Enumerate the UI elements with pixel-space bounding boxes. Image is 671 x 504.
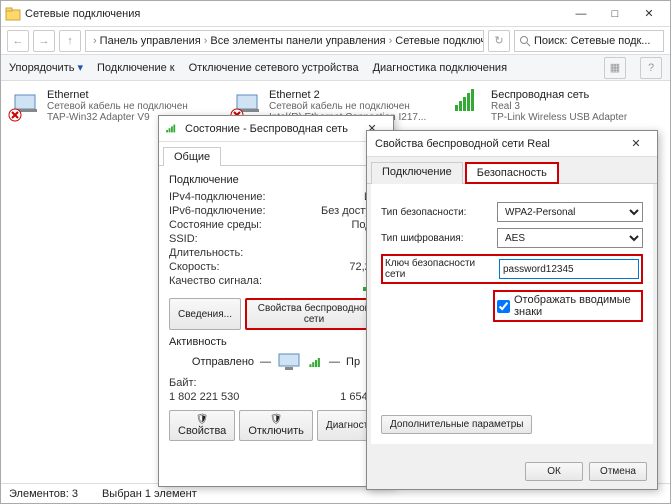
group-activity: Активность — [169, 336, 383, 348]
tab-security[interactable]: Безопасность — [465, 162, 559, 184]
security-key-input[interactable] — [499, 259, 639, 279]
folder-icon — [5, 6, 21, 22]
cancel-button[interactable]: Отмена — [589, 462, 647, 481]
search-box[interactable]: Поиск: Сетевые подк... — [514, 30, 664, 52]
bytes-sent: 1 802 221 530 — [169, 391, 340, 403]
security-key-label: Ключ безопасности сети — [385, 258, 493, 280]
wireless-properties-button[interactable]: Свойства беспроводной сети — [245, 298, 383, 330]
crumb[interactable]: Панель управления — [100, 35, 201, 47]
selection-count: Выбран 1 элемент — [102, 488, 197, 500]
encryption-label: Тип шифрования: — [381, 233, 491, 244]
refresh-button[interactable]: ↻ — [488, 30, 510, 52]
cmd-organize[interactable]: Упорядочить ▾ — [9, 61, 83, 74]
dialog-title: Состояние - Беспроводная сеть — [181, 123, 355, 135]
show-chars-checkbox[interactable] — [497, 300, 510, 313]
command-bar: Упорядочить ▾ Подключение к Отключение с… — [1, 55, 670, 81]
properties-button[interactable]: 🛡 Свойства — [169, 410, 235, 441]
status-titlebar: Состояние - Беспроводная сеть ✕ — [159, 116, 393, 142]
wifi-signal-icon — [455, 89, 475, 111]
forward-button[interactable]: → — [33, 30, 55, 52]
window-title: Сетевые подключения — [21, 8, 564, 20]
details-button[interactable]: Сведения... — [169, 298, 241, 330]
item-count: Элементов: 3 — [9, 488, 78, 500]
group-connection: Подключение — [169, 174, 383, 186]
conn-status: Сетевой кабель не подключен — [269, 101, 426, 112]
back-button[interactable]: ← — [7, 30, 29, 52]
up-button[interactable]: ↑ — [59, 30, 81, 52]
advanced-button[interactable]: Дополнительные параметры — [381, 415, 532, 434]
close-button[interactable]: ✕ — [619, 132, 653, 156]
minimize-button[interactable]: — — [564, 2, 598, 26]
signal-quality-label: Качество сигнала: — [169, 275, 262, 291]
security-type-label: Тип безопасности: — [381, 207, 491, 218]
crumb[interactable]: Сетевые подключения — [395, 35, 484, 47]
ok-button[interactable]: ОК — [525, 462, 583, 481]
disable-button[interactable]: 🛡 Отключить — [239, 410, 313, 441]
explorer-titlebar: Сетевые подключения — □ ✕ — [1, 1, 670, 27]
maximize-button[interactable]: □ — [598, 2, 632, 26]
sent-label: Отправлено — [192, 356, 254, 368]
activity-sep: — — [260, 356, 271, 368]
breadcrumb[interactable]: › Панель управления› Все элементы панели… — [85, 30, 484, 52]
cmd-disable[interactable]: Отключение сетевого устройства — [189, 62, 359, 74]
view-button[interactable]: ▦ — [604, 57, 626, 79]
wifi-icon — [166, 125, 176, 133]
tab-connection[interactable]: Подключение — [371, 162, 463, 184]
crumb[interactable]: Все элементы панели управления — [210, 35, 385, 47]
props-titlebar: Свойства беспроводной сети Real ✕ — [367, 131, 657, 157]
security-type-select[interactable]: WPA2-Personal — [497, 202, 643, 222]
cmd-connect[interactable]: Подключение к — [97, 62, 175, 74]
search-placeholder: Поиск: Сетевые подк... — [534, 35, 650, 47]
help-button[interactable]: ? — [640, 57, 662, 79]
show-chars-label: Отображать вводимые знаки — [514, 294, 639, 318]
connection-wifi[interactable]: Беспроводная сеть Real 3 TP-Link Wireles… — [455, 89, 655, 123]
tab-general[interactable]: Общие — [163, 147, 221, 166]
computer-icon — [277, 352, 301, 372]
wifi-status-dialog: Состояние - Беспроводная сеть ✕ Общие По… — [158, 115, 394, 487]
props-tabs: Подключение Безопасность — [367, 157, 657, 184]
activity-sep: — — [329, 356, 340, 368]
conn-device: TP-Link Wireless USB Adapter — [491, 112, 627, 123]
disconnected-icon — [8, 108, 22, 122]
search-icon — [519, 35, 531, 47]
conn-name: Беспроводная сеть — [491, 89, 627, 101]
conn-name: Ethernet 2 — [269, 89, 426, 101]
conn-status: Сетевой кабель не подключен — [47, 101, 188, 112]
recv-label: Пр — [346, 356, 360, 368]
status-tabs: Общие — [159, 142, 393, 166]
encryption-select[interactable]: AES — [497, 228, 643, 248]
cmd-diagnose[interactable]: Диагностика подключения — [373, 62, 507, 74]
conn-status: Real 3 — [491, 101, 627, 112]
wifi-properties-dialog: Свойства беспроводной сети Real ✕ Подклю… — [366, 130, 658, 490]
bytes-label: Байт: — [169, 377, 197, 389]
close-button[interactable]: ✕ — [632, 2, 666, 26]
conn-name: Ethernet — [47, 89, 188, 101]
address-bar: ← → ↑ › Панель управления› Все элементы … — [1, 27, 670, 55]
dialog-title: Свойства беспроводной сети Real — [371, 138, 619, 150]
activity-signal-icon — [309, 357, 320, 366]
